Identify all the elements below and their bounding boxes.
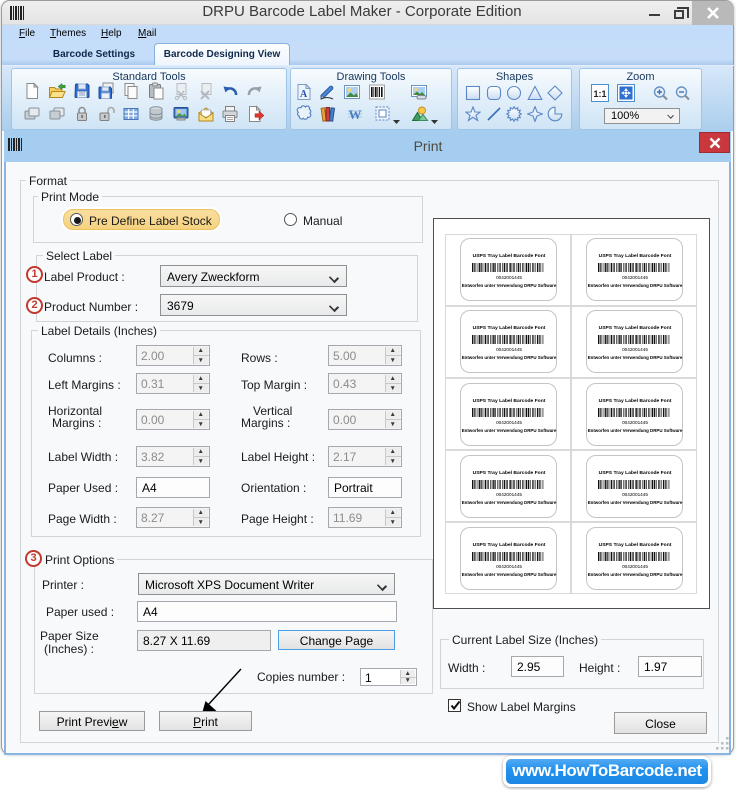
svg-text:1:1: 1:1: [594, 89, 607, 99]
svg-text:W: W: [349, 107, 362, 122]
svg-text:A: A: [300, 89, 308, 100]
